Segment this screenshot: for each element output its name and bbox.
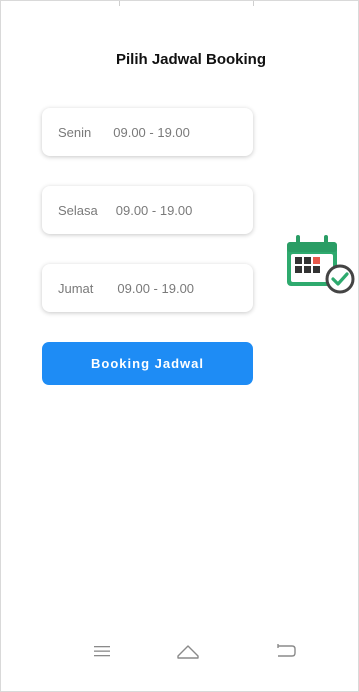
schedule-slot-jumat[interactable]: Jumat 09.00 - 19.00 [42,264,253,312]
menu-icon[interactable] [87,639,117,663]
back-icon[interactable] [271,639,301,663]
slot-day-label: Senin [58,124,92,140]
app-screen: Pilih Jadwal Booking Senin 09.00 - 19.00… [0,0,359,692]
schedule-slot-senin[interactable]: Senin 09.00 - 19.00 [42,108,253,156]
schedule-slot-selasa[interactable]: Selasa 09.00 - 19.00 [42,186,253,234]
page-title: Pilih Jadwal Booking [115,51,267,68]
slot-day-label: Jumat [58,280,94,296]
slot-day-label: Selasa [58,202,98,218]
system-nav-bar [1,631,358,671]
slot-time-label: 09.00 - 19.00 [113,124,190,140]
home-icon[interactable] [173,639,203,663]
booking-jadwal-button[interactable]: Booking Jadwal [42,342,253,385]
slot-time-label: 09.00 - 19.00 [117,280,195,296]
top-edge-marks [1,1,358,7]
slot-time-label: 09.00 - 19.00 [115,202,193,218]
calendar-check-icon [287,235,355,294]
